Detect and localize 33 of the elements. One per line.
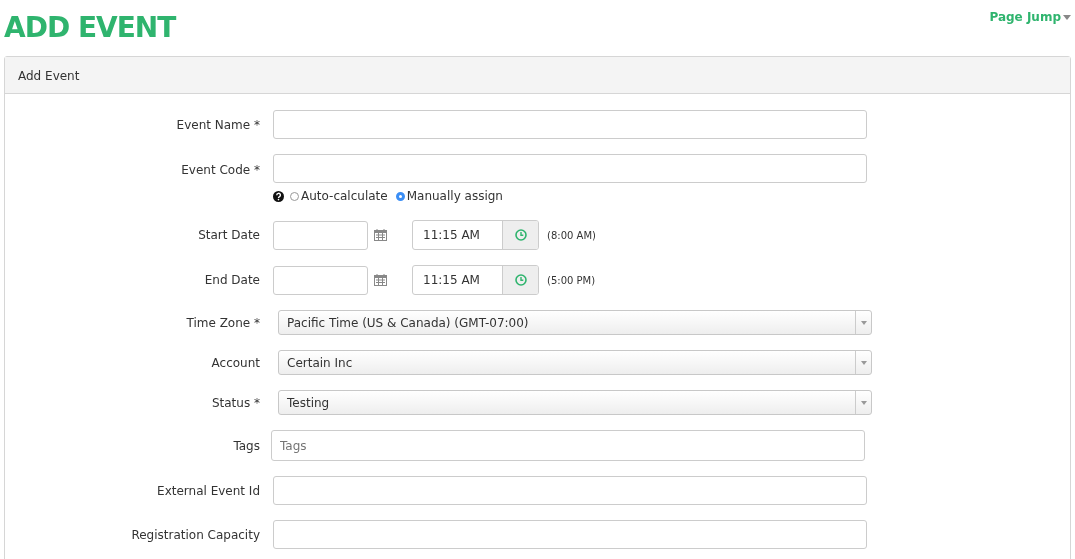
- text-field[interactable]: [273, 520, 867, 549]
- select-dropdown[interactable]: Testing: [278, 390, 872, 415]
- field-label: End Date: [204, 273, 260, 287]
- text-field[interactable]: [273, 110, 867, 139]
- date-field[interactable]: [273, 220, 368, 250]
- page-title: ADD EVENT: [4, 14, 176, 42]
- field-label: External Event Id: [157, 483, 260, 498]
- tags-field[interactable]: Tags: [271, 430, 865, 461]
- field-label: Registration Capacity: [131, 527, 260, 542]
- field-label: Time Zone *: [186, 315, 260, 330]
- select-dropdown[interactable]: Certain Inc: [278, 350, 872, 375]
- radio-option[interactable]: Manually assign: [395, 187, 503, 205]
- radio-option[interactable]: Auto-calculate: [290, 187, 388, 205]
- field-label: Tags: [233, 438, 260, 453]
- text-field[interactable]: [273, 154, 867, 183]
- field-label: Start Date: [198, 228, 260, 242]
- caret-icon: [860, 360, 867, 365]
- field-label: Event Code *: [181, 163, 260, 177]
- panel-title: Add Event: [18, 69, 80, 83]
- calendar-icon[interactable]: [374, 274, 387, 286]
- time-hint: (8:00 AM): [547, 228, 596, 243]
- date-field[interactable]: [273, 265, 368, 295]
- text-field[interactable]: [273, 476, 867, 505]
- field-label: Account: [211, 355, 260, 370]
- caret-icon: [1063, 14, 1071, 20]
- field-label: Event Name *: [176, 117, 260, 132]
- time-hint: (5:00 PM): [547, 273, 596, 288]
- calendar-icon[interactable]: [374, 229, 387, 241]
- field-label: Status *: [211, 395, 260, 410]
- help-icon[interactable]: [273, 190, 284, 202]
- select-dropdown[interactable]: Pacific Time (US & Canada) (GMT-07:00): [278, 310, 872, 335]
- caret-icon: [860, 400, 867, 405]
- caret-icon: [860, 320, 867, 325]
